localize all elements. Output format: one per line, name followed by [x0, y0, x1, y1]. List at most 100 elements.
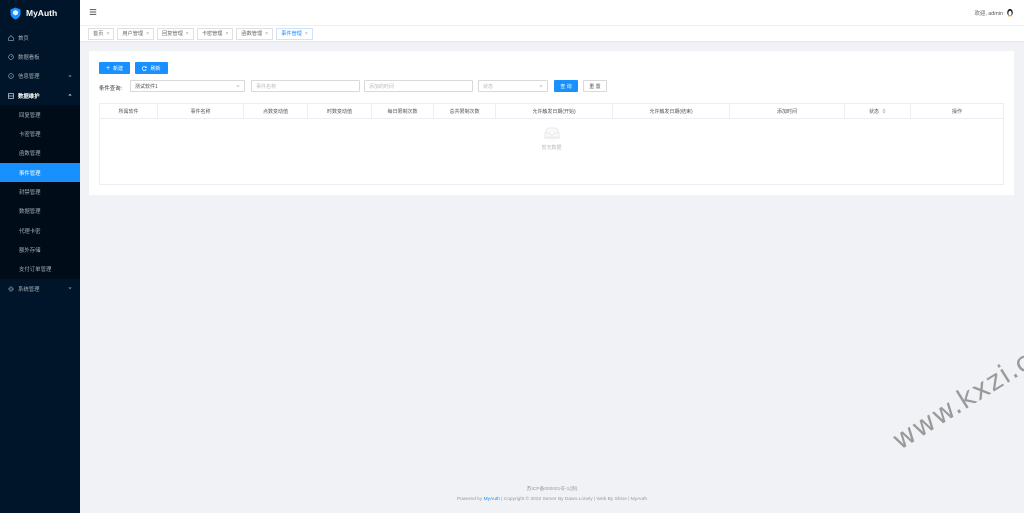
- search-button-label: 查 询: [560, 83, 572, 90]
- sidebar-item-label: 事件管理: [19, 170, 41, 177]
- tab-bar: 首页 × 用户管理 × 回复管理 × 卡密管理 × 函数管理 × 事件管理 ×: [80, 26, 1024, 42]
- app-logo[interactable]: MyAuth: [0, 0, 80, 26]
- software-select-value: 测试软件1: [135, 83, 158, 90]
- sidebar-item-label: 回复管理: [19, 112, 41, 119]
- empty-text: 暂无数据: [541, 145, 562, 151]
- column-header: 操作: [951, 108, 962, 115]
- status-select[interactable]: 状态: [478, 80, 548, 92]
- sidebar-item-label: 数据维护: [18, 93, 40, 100]
- footer-icp: 苏ICP备000001号-1(测): [80, 485, 1024, 492]
- tab-event[interactable]: 事件管理 ×: [276, 27, 313, 40]
- tab-label: 事件管理: [281, 31, 302, 37]
- sidebar-item-agent-card[interactable]: 代理卡密: [0, 221, 80, 240]
- sort-icon[interactable]: [882, 108, 886, 114]
- sidebar-item-label: 卡密管理: [19, 132, 41, 139]
- sidebar-item-label: 支付订单管理: [19, 267, 52, 274]
- tab-card[interactable]: 卡密管理 ×: [196, 27, 234, 40]
- user-menu[interactable]: 欢迎, admin: [975, 8, 1014, 17]
- empty-state: 暂无数据: [100, 126, 1003, 151]
- sidebar-item-home[interactable]: 首页: [0, 28, 80, 47]
- sidebar-item-label: 信息管理: [18, 74, 40, 81]
- sidebar-item-event[interactable]: 事件管理: [0, 163, 80, 183]
- sidebar-item-label: 首页: [18, 35, 29, 42]
- submenu-data-maintenance: 回复管理 卡密管理 函数管理 事件管理 封禁管理 数据管理 代理卡密 额外存储 …: [0, 105, 80, 279]
- refresh-button[interactable]: 刷新: [135, 62, 168, 74]
- close-icon[interactable]: ×: [225, 31, 228, 37]
- sidebar-item-label: 封禁管理: [19, 190, 41, 197]
- powered-prefix: Powered by: [456, 497, 484, 502]
- tab-function[interactable]: 函数管理 ×: [236, 27, 274, 40]
- dashboard-icon: [8, 54, 14, 60]
- sidebar-item-payment-orders[interactable]: 支付订单管理: [0, 260, 80, 279]
- event-management-card: + 新建 刷新 条件查询: 测试软件1 事件名称 添加的时间 状态 查 询 重 …: [89, 51, 1014, 195]
- column-header: 所属软件: [100, 104, 158, 118]
- tab-label: 回复管理: [162, 31, 183, 37]
- tab-label: 函数管理: [241, 31, 263, 37]
- sidebar-item-data-maintenance[interactable]: 数据维护: [0, 86, 80, 105]
- sidebar-item-label: 数据管理: [19, 209, 41, 216]
- empty-inbox-icon: [542, 127, 561, 140]
- new-button-label: 新建: [113, 65, 124, 72]
- close-icon[interactable]: ×: [106, 31, 109, 37]
- column-header: 总共限制次数: [434, 104, 496, 118]
- top-header: 欢迎, admin: [80, 0, 1024, 26]
- refresh-button-label: 刷新: [150, 65, 161, 72]
- column-header: 点数变动值: [244, 104, 308, 118]
- sidebar-item-data-mgmt[interactable]: 数据管理: [0, 202, 80, 221]
- sidebar-item-label: 系统管理: [18, 286, 40, 293]
- data-icon: [8, 92, 14, 99]
- refresh-icon: [142, 65, 148, 71]
- menu-toggle-icon[interactable]: [89, 8, 97, 16]
- info-icon: [8, 73, 14, 79]
- close-icon[interactable]: ×: [146, 31, 149, 37]
- status-column-header[interactable]: 状态: [845, 104, 911, 118]
- chevron-down-icon: [539, 85, 543, 88]
- sidebar-item-label: 额外存储: [19, 247, 41, 254]
- add-time-input[interactable]: 添加的时间: [364, 80, 473, 92]
- avatar: [1007, 8, 1013, 17]
- close-icon[interactable]: ×: [305, 31, 308, 37]
- sidebar-item-reply[interactable]: 回复管理: [0, 105, 80, 124]
- column-header-label: 状态: [868, 108, 879, 115]
- sidebar-item-dashboard[interactable]: 数据看板: [0, 47, 80, 66]
- chevron-down-icon: [236, 85, 240, 88]
- sidebar-item-extra-storage[interactable]: 额外存储: [0, 240, 80, 259]
- close-icon[interactable]: ×: [186, 31, 189, 37]
- powered-suffix: | Copyright © 2022 Server By Dawn.Lonely…: [499, 497, 648, 502]
- query-label: 条件查询:: [99, 86, 123, 92]
- events-table: 所属软件 事件名称 点数变动值 时数变动值 每日限制次数 总共限制次数 允许触发…: [99, 103, 1004, 185]
- tab-users[interactable]: 用户管理 ×: [117, 27, 154, 40]
- myauth-link[interactable]: MyAuth: [484, 497, 500, 502]
- chevron-up-icon: [68, 93, 72, 96]
- shield-logo-icon: [10, 7, 21, 19]
- sidebar-item-card[interactable]: 卡密管理: [0, 124, 80, 143]
- reset-button[interactable]: 重 置: [583, 80, 607, 92]
- sidebar-item-info[interactable]: 信息管理: [0, 67, 80, 86]
- new-button[interactable]: + 新建: [99, 62, 130, 74]
- sidebar-item-function[interactable]: 函数管理: [0, 144, 80, 163]
- tab-label: 首页: [93, 31, 104, 37]
- close-icon[interactable]: ×: [265, 31, 268, 37]
- software-select[interactable]: 测试软件1: [130, 80, 245, 92]
- plus-icon: +: [105, 64, 111, 72]
- table-header: 所属软件 事件名称 点数变动值 时数变动值 每日限制次数 总共限制次数 允许触发…: [100, 104, 1003, 119]
- watermark: www.kxzi.cn: [887, 336, 1024, 457]
- greeting-text: 欢迎, admin: [974, 10, 1003, 17]
- column-header: 事件名称: [158, 104, 244, 118]
- tab-home[interactable]: 首页 ×: [88, 27, 115, 40]
- column-header: 每日限制次数: [372, 104, 434, 118]
- tab-reply[interactable]: 回复管理 ×: [157, 27, 194, 40]
- reset-button-label: 重 置: [589, 83, 601, 90]
- icp-text[interactable]: 苏ICP备000001号-1(测): [527, 487, 578, 492]
- sidebar-item-label: 函数管理: [19, 151, 41, 158]
- add-time-placeholder: 添加的时间: [369, 83, 395, 90]
- column-header: 允许触发日期(开始): [496, 104, 613, 118]
- sidebar-item-system[interactable]: 系统管理: [0, 279, 80, 298]
- event-name-input[interactable]: 事件名称: [251, 80, 360, 92]
- column-header: 添加时间: [730, 104, 845, 118]
- sidebar-item-label: 数据看板: [18, 54, 40, 61]
- tab-label: 用户管理: [122, 31, 144, 37]
- search-button[interactable]: 查 询: [554, 80, 578, 92]
- sidebar-item-ban[interactable]: 封禁管理: [0, 182, 80, 201]
- column-header: 允许触发日期(结束): [613, 104, 730, 118]
